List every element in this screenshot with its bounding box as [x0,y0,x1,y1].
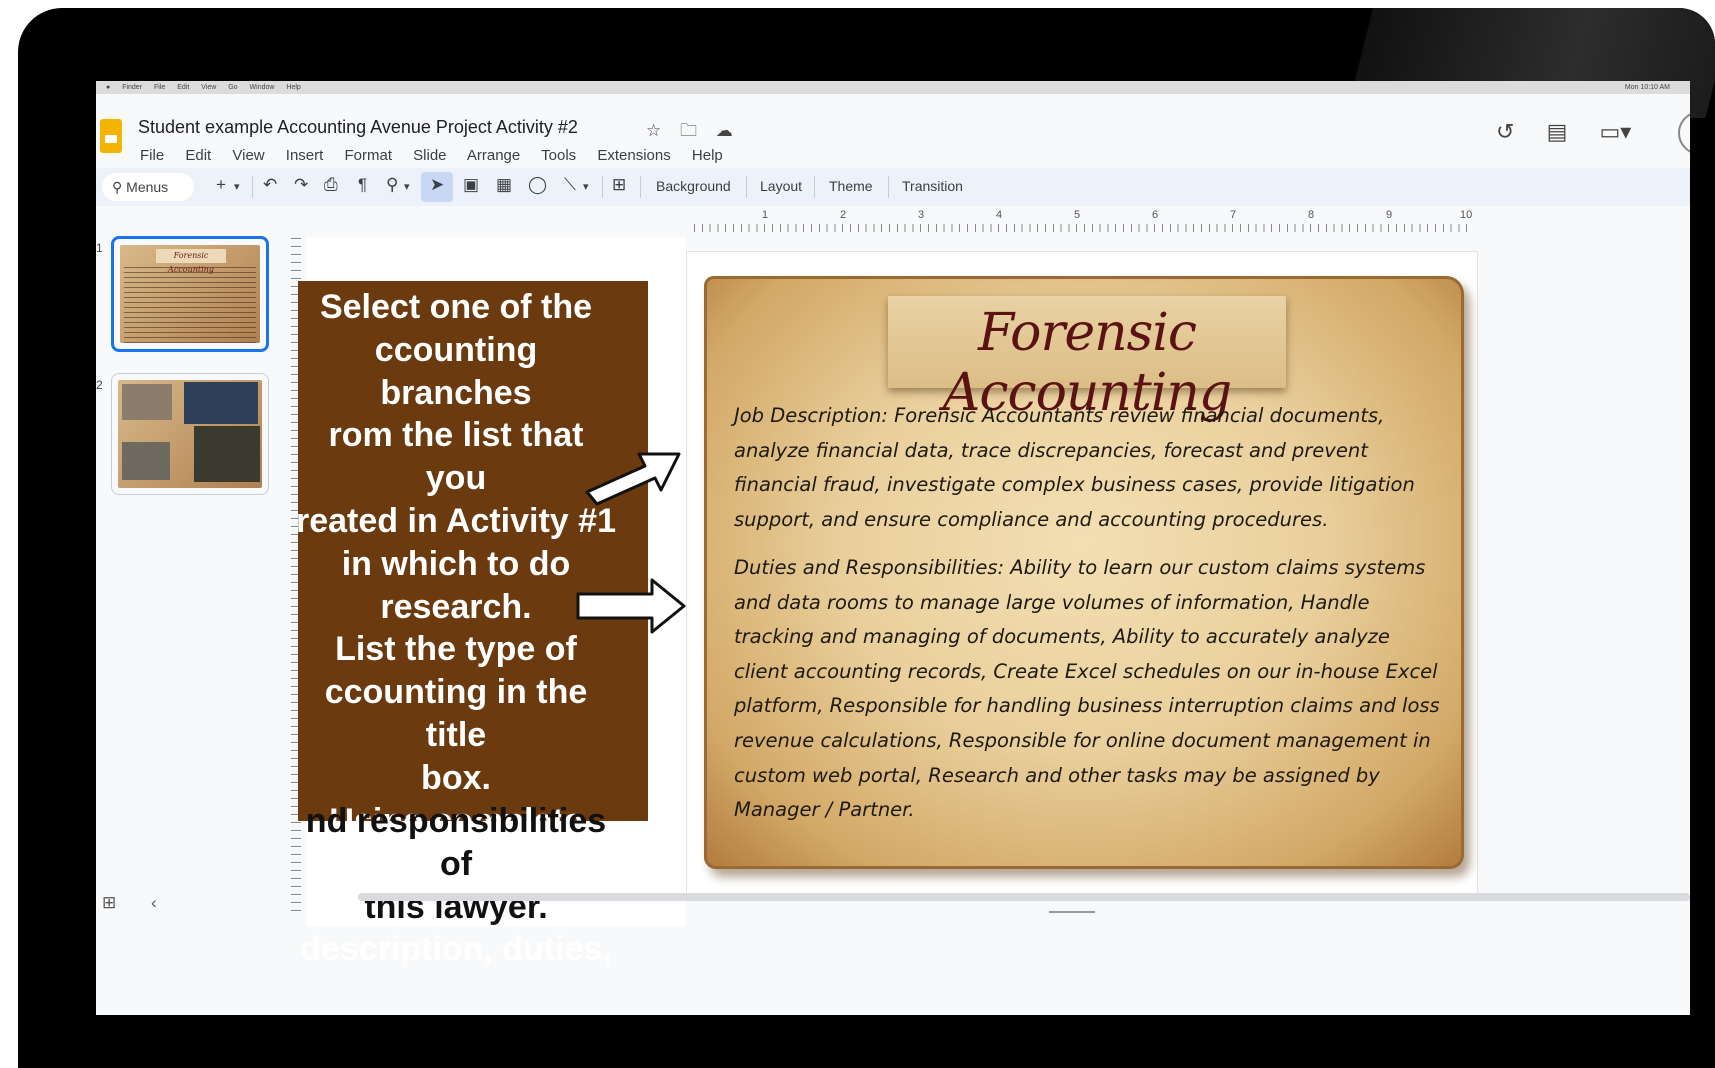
mac-menu-go[interactable]: Go [228,84,237,91]
new-slide-icon[interactable]: + [216,175,226,195]
ruler-mark: 7 [1230,209,1237,221]
grid-view-icon[interactable]: ⊞ [102,893,116,912]
slide-thumbnail-2[interactable] [111,373,269,495]
thumbnail-text-lines [124,267,256,343]
mac-menu-file[interactable]: File [154,84,165,91]
ruler-mark: 3 [918,209,925,221]
slideshow-button[interactable] [1678,111,1690,155]
new-slide-dropdown-icon[interactable]: ▾ [234,180,240,193]
menus-search[interactable]: ⚲ Menus [102,173,194,201]
ruler-mark: 4 [996,209,1003,221]
ruler-mark: 1 [762,209,769,221]
ruler-mark: 5 [1074,209,1081,221]
image-icon[interactable]: ▦ [496,175,512,195]
thumbnail-photo [184,382,258,424]
menu-bar: File Edit View Insert Format Slide Arran… [140,147,740,164]
toolbar-divider [602,176,603,198]
transition-button[interactable]: Transition [902,178,963,194]
thumbnail-photo [122,384,172,420]
menu-format[interactable]: Format [344,147,392,164]
toolbar-divider [640,176,641,198]
thumbnail-photo [194,426,260,482]
collapse-panel-icon[interactable]: ‹ [151,893,157,912]
thumbnail-photo [122,442,170,480]
text-box-icon[interactable]: ▣ [463,175,479,195]
comments-icon[interactable]: ▤ [1547,119,1568,144]
ruler-mark: 9 [1386,209,1393,221]
notes-resize-handle[interactable] [1049,911,1095,913]
menu-slide[interactable]: Slide [413,147,446,164]
app-screen: ● Finder File Edit View Go Window Help M… [96,81,1690,1015]
horizontal-ruler [694,224,1474,232]
menu-file[interactable]: File [140,147,164,164]
slides-logo-icon[interactable] [100,119,122,153]
slide-number: 2 [96,378,103,392]
insert-comment-icon[interactable]: ⊞ [612,175,626,195]
mac-menu-window[interactable]: Window [250,84,275,91]
ruler-mark: 8 [1308,209,1315,221]
arrow-up-right-icon [585,452,681,506]
menu-insert[interactable]: Insert [286,147,324,164]
ruler-mark: 10 [1460,209,1473,221]
background-button[interactable]: Background [656,178,731,194]
thumbnail-parchment [118,380,262,488]
mac-menu-bar: ● Finder File Edit View Go Window Help M… [96,81,1690,94]
apple-icon[interactable]: ● [106,84,110,91]
toolbar-divider [746,176,747,198]
star-icon[interactable]: ☆ [646,121,661,140]
toolbar: ⚲ Menus + ▾ ↶ ↷ ⎙ ¶ ⚲ ▾ ➤ ▣ ▦ ◯ ⟍ ▾ ⊞ Ba… [96,168,1690,206]
zoom-dropdown-icon[interactable]: ▾ [404,180,410,193]
mac-menu-edit[interactable]: Edit [177,84,189,91]
device-bezel: ● Finder File Edit View Go Window Help M… [18,8,1715,1068]
duties-text[interactable]: Duties and Responsibilities: Ability to … [734,551,1446,828]
search-icon: ⚲ [112,179,123,195]
line-dropdown-icon[interactable]: ▾ [583,180,589,193]
mac-clock: Mon 10:10 AM [1624,84,1670,91]
mac-menu-view[interactable]: View [201,84,216,91]
cloud-status-icon[interactable]: ☁ [716,121,733,140]
zoom-icon[interactable]: ⚲ [386,175,398,195]
menu-arrange[interactable]: Arrange [467,147,520,164]
arrow-right-icon [576,578,686,634]
title-icons: ☆ 🗀 ☁ [646,118,747,147]
thumbnail-title: Forensic Accounting [156,249,226,274]
thumbnail-parchment: Forensic Accounting [120,245,260,343]
move-to-folder-icon[interactable]: 🗀 [680,121,697,140]
document-title[interactable]: Student example Accounting Avenue Projec… [138,117,578,138]
line-icon[interactable]: ⟍ [564,175,576,195]
mac-menu-finder[interactable]: Finder [122,84,142,91]
layout-button[interactable]: Layout [760,178,802,194]
menu-tools[interactable]: Tools [541,147,576,164]
ruler-mark: 2 [840,209,847,221]
toolbar-divider [888,176,889,198]
menu-extensions[interactable]: Extensions [597,147,670,164]
redo-icon[interactable]: ↷ [294,175,308,195]
paint-format-icon[interactable]: ¶ [358,175,367,195]
job-description-text[interactable]: Job Description: Forensic Accountants re… [734,399,1446,537]
horizontal-scrollbar[interactable] [358,893,1690,901]
menu-edit[interactable]: Edit [185,147,211,164]
menu-help[interactable]: Help [692,147,723,164]
meet-icon[interactable]: ▭▾ [1599,119,1631,144]
menu-view[interactable]: View [232,147,264,164]
toolbar-divider [814,176,815,198]
undo-icon[interactable]: ↶ [263,175,277,195]
header-actions: ↺ ▤ ▭▾ [1496,119,1657,145]
instruction-text-continued[interactable]: nd responsibilities of this lawyer. [296,800,616,928]
menus-search-label: Menus [126,179,169,195]
toolbar-divider [252,176,253,198]
slide-thumbnail-1[interactable]: Forensic Accounting [111,236,269,352]
ruler-mark: 6 [1152,209,1159,221]
slide-number: 1 [96,241,103,255]
shape-icon[interactable]: ◯ [528,175,547,195]
theme-button[interactable]: Theme [829,178,873,194]
filmstrip-controls: ⊞ ‹ [102,893,187,913]
select-icon[interactable]: ➤ [430,175,444,195]
mac-menu-help[interactable]: Help [286,84,300,91]
version-history-icon[interactable]: ↺ [1496,119,1514,144]
print-icon[interactable]: ⎙ [324,175,338,195]
